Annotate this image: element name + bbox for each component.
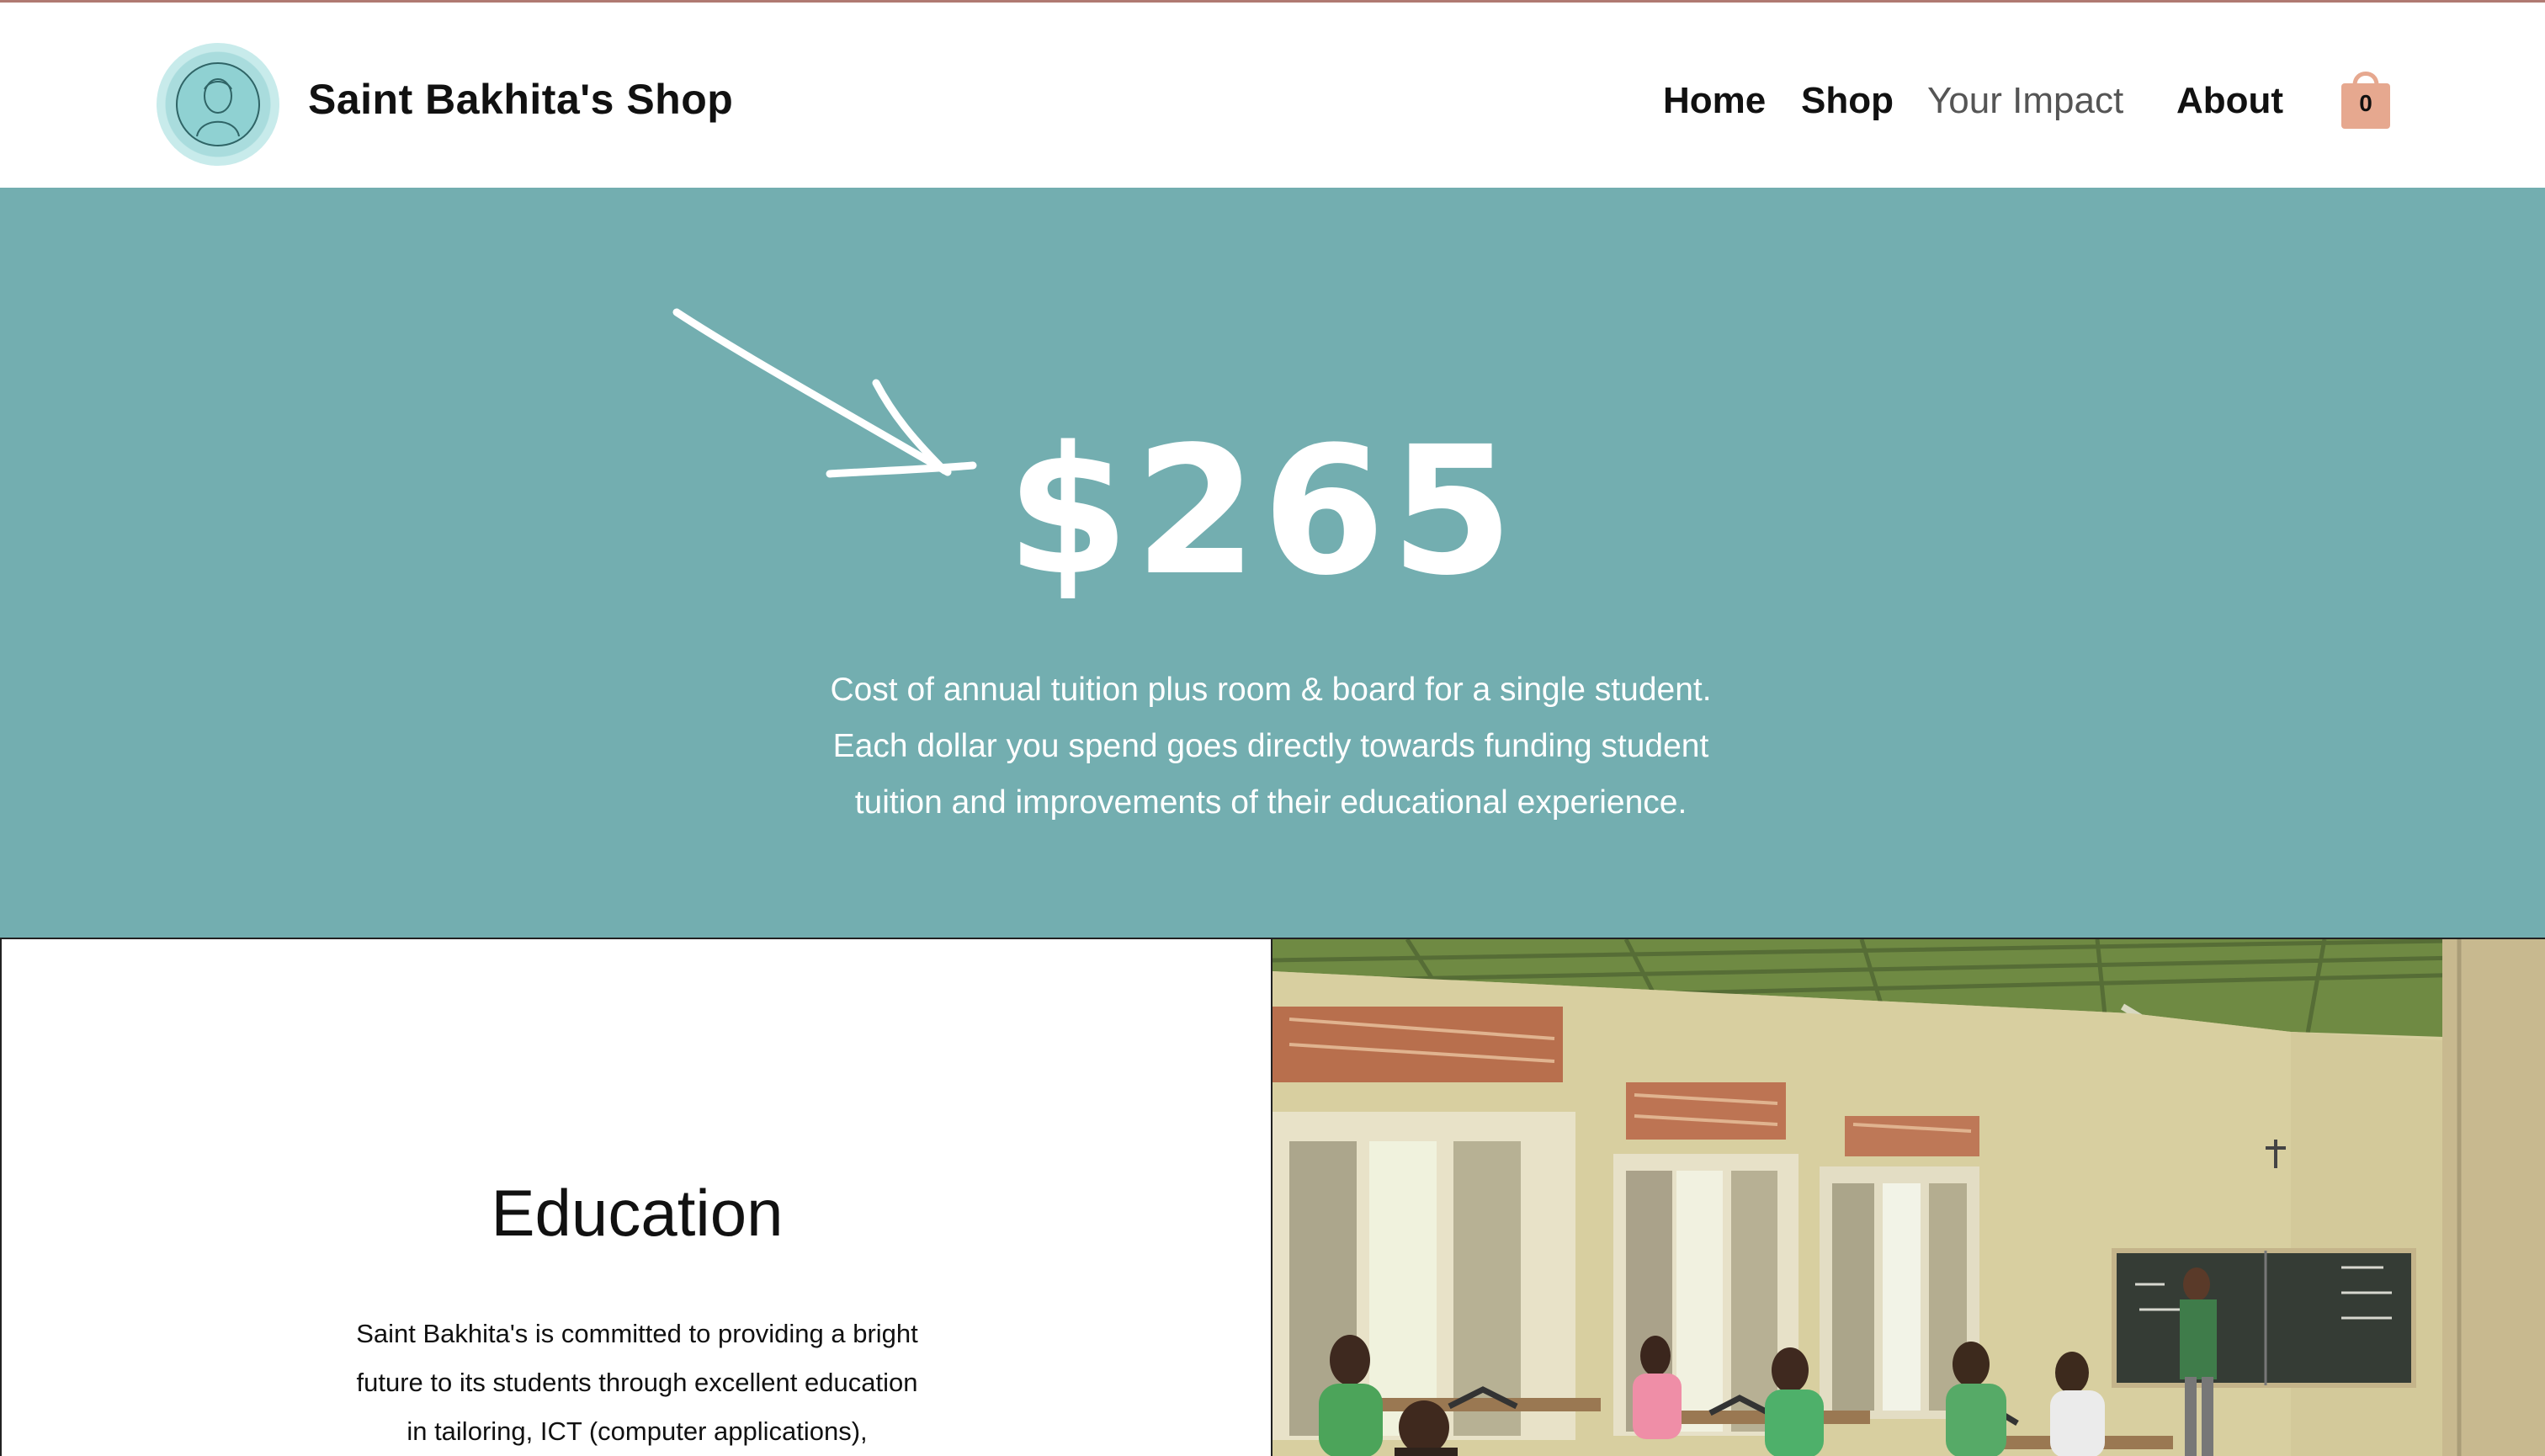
education-title: Education [491, 1176, 784, 1250]
hero-description: Cost of annual tuition plus room & board… [757, 662, 1784, 831]
portrait-icon [196, 78, 240, 137]
classroom-image [1272, 939, 2545, 1456]
page: Saint Bakhita's Shop Home Shop Your Impa… [0, 0, 2545, 1456]
tuition-price: $265 [1006, 408, 1519, 614]
education-text-line-1: Saint Bakhita's is committed to providin… [356, 1319, 918, 1348]
nav-your-impact[interactable]: Your Impact [1927, 80, 2123, 122]
impact-hero: $265 Cost of annual tuition plus room & … [0, 188, 2545, 938]
school-seal-icon[interactable] [157, 43, 279, 166]
hand-drawn-arrow-icon [672, 308, 977, 478]
nav-home[interactable]: Home [1663, 80, 1766, 122]
site-header: Saint Bakhita's Shop Home Shop Your Impa… [0, 3, 2545, 188]
logo-portrait [176, 62, 260, 146]
nav-shop[interactable]: Shop [1801, 80, 1894, 122]
education-section: Education Saint Bakhita's is committed t… [0, 938, 1271, 1456]
cart-count: 0 [2359, 90, 2372, 116]
education-text: Saint Bakhita's is committed to providin… [317, 1310, 957, 1456]
cart-button[interactable]: 0 [2340, 65, 2392, 130]
hero-description-line-2: Each dollar you spend goes directly towa… [832, 728, 1709, 764]
hero-description-line-3: tuition and improvements of their educat… [854, 784, 1687, 821]
education-text-line-2: future to its students through excellent… [356, 1368, 918, 1397]
education-text-line-3: in tailoring, ICT (computer applications… [406, 1416, 868, 1446]
hero-description-line-1: Cost of annual tuition plus room & board… [830, 672, 1712, 708]
shop-name[interactable]: Saint Bakhita's Shop [308, 75, 733, 124]
classroom-photo [1271, 938, 2545, 1456]
nav-about[interactable]: About [2176, 80, 2283, 122]
